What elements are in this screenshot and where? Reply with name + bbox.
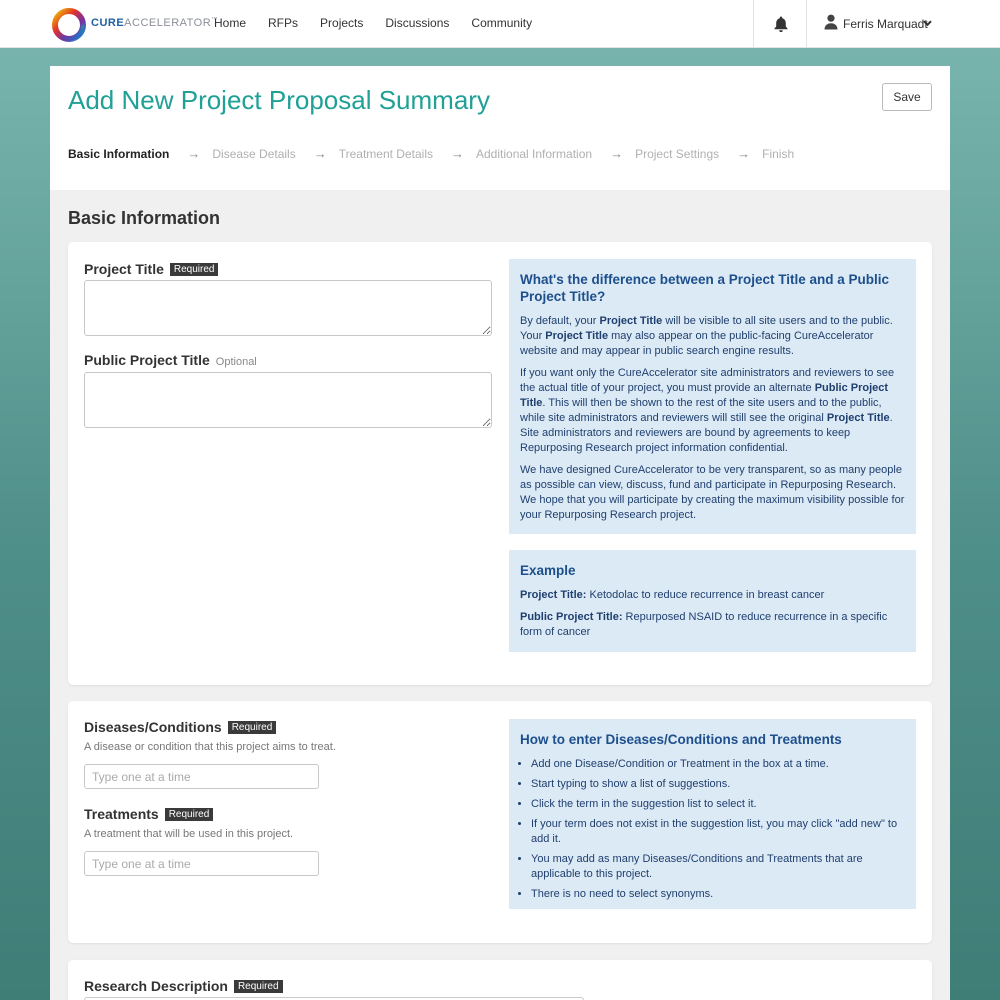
optional-badge: Optional: [215, 356, 257, 368]
public-project-title-textarea[interactable]: [84, 372, 492, 428]
public-project-title-label-text: Public Project Title: [84, 352, 210, 368]
project-title-label-text: Project Title: [84, 261, 164, 277]
step-arrow-icon: →: [451, 146, 464, 161]
page-title: Add New Project Proposal Summary: [68, 85, 490, 115]
titles-card: Project Title Required Public Project Tit…: [68, 242, 932, 685]
required-badge: Required: [233, 980, 283, 993]
list-item: You may add as many Diseases/Conditions …: [531, 852, 905, 882]
brand-wordmark[interactable]: CUREACCELERATOR™: [91, 17, 218, 29]
project-title-textarea[interactable]: [84, 280, 492, 336]
step-arrow-icon: →: [737, 146, 751, 161]
diseases-label-text: Diseases/Conditions: [84, 719, 222, 735]
list-item: Click the term in the suggestion list to…: [531, 797, 905, 812]
research-description-label: Research Description Required: [84, 978, 283, 994]
required-badge: Required: [169, 263, 219, 276]
nav-link-home[interactable]: Home: [214, 16, 246, 30]
how-to-enter-list: Add one Disease/Condition or Treatment i…: [520, 757, 905, 902]
treatments-label-text: Treatments: [84, 806, 159, 822]
example-heading: Example: [520, 563, 576, 578]
brand-bold-text: CURE: [91, 17, 125, 29]
step-arrow-icon: →: [187, 146, 201, 161]
step-project-settings[interactable]: Project Settings: [635, 147, 719, 161]
logo-ring-icon[interactable]: [51, 7, 87, 43]
how-to-enter-info-box: How to enter Diseases/Conditions and Tre…: [509, 719, 916, 909]
brand-light-text: ACCELERATOR: [124, 17, 212, 29]
info-paragraph-3: We have designed CureAccelerator to be v…: [520, 464, 905, 521]
step-arrow-icon: →: [313, 146, 327, 161]
nav-link-community[interactable]: Community: [471, 16, 532, 30]
user-menu-name[interactable]: Ferris Marquadt: [843, 17, 928, 31]
diseases-input[interactable]: [84, 764, 319, 789]
nav-link-discussions[interactable]: Discussions: [385, 16, 449, 30]
nav-divider: [806, 0, 807, 48]
step-finish[interactable]: Finish: [762, 147, 794, 161]
list-item: There is no need to select synonyms.: [531, 887, 905, 902]
user-icon[interactable]: [824, 14, 838, 30]
diseases-help-text: A disease or condition that this project…: [84, 741, 336, 753]
step-disease-details[interactable]: Disease Details: [212, 147, 295, 161]
example-project-title: Project Title: Ketodolac to reduce recur…: [520, 589, 825, 601]
example-public-title: Public Project Title: Repurposed NSAID t…: [520, 611, 888, 638]
info-paragraph-2: If you want only the CureAccelerator sit…: [520, 367, 895, 454]
list-item: Start typing to show a list of suggestio…: [531, 777, 905, 792]
research-description-label-text: Research Description: [84, 978, 228, 994]
section-heading: Basic Information: [68, 208, 221, 228]
step-arrow-icon: →: [610, 146, 624, 161]
info-box-heading: What's the difference between a Project …: [520, 272, 890, 304]
main-nav: Home RFPs Projects Discussions Community: [214, 16, 554, 30]
nav-divider: [753, 0, 754, 48]
save-button[interactable]: Save: [882, 83, 932, 111]
top-navigation-bar: CUREACCELERATOR™ Home RFPs Projects Disc…: [0, 0, 1000, 48]
nav-link-rfps[interactable]: RFPs: [268, 16, 298, 30]
project-title-label: Project Title Required: [84, 261, 219, 277]
list-item: Add one Disease/Condition or Treatment i…: [531, 757, 905, 772]
bell-icon[interactable]: [772, 15, 790, 33]
required-badge: Required: [164, 808, 214, 821]
required-badge: Required: [227, 721, 277, 734]
title-difference-info-box: What's the difference between a Project …: [509, 259, 916, 534]
step-additional-information[interactable]: Additional Information: [476, 147, 592, 161]
treatments-help-text: A treatment that will be used in this pr…: [84, 828, 294, 840]
example-info-box: Example Project Title: Ketodolac to redu…: [509, 550, 916, 652]
treatments-input[interactable]: [84, 851, 319, 876]
nav-link-projects[interactable]: Projects: [320, 16, 363, 30]
diseases-label: Diseases/Conditions Required: [84, 719, 277, 735]
step-treatment-details[interactable]: Treatment Details: [339, 147, 433, 161]
form-header: Add New Project Proposal Summary Save Ba…: [50, 66, 950, 190]
diseases-treatments-card: Diseases/Conditions Required A disease or…: [68, 701, 932, 943]
treatments-label: Treatments Required: [84, 806, 214, 822]
wizard-steps: Basic Information → Disease Details → Tr…: [68, 146, 794, 161]
research-description-card: Research Description Required: [68, 960, 932, 1000]
step-basic-information[interactable]: Basic Information: [68, 147, 169, 161]
proposal-form-panel: Add New Project Proposal Summary Save Ba…: [50, 66, 950, 1000]
public-project-title-label: Public Project Title Optional: [84, 352, 257, 368]
chevron-down-icon[interactable]: [923, 20, 932, 27]
how-to-enter-heading: How to enter Diseases/Conditions and Tre…: [520, 732, 842, 747]
list-item: If your term does not exist in the sugge…: [531, 817, 905, 847]
info-paragraph-1: By default, your Project Title will be v…: [520, 315, 893, 357]
